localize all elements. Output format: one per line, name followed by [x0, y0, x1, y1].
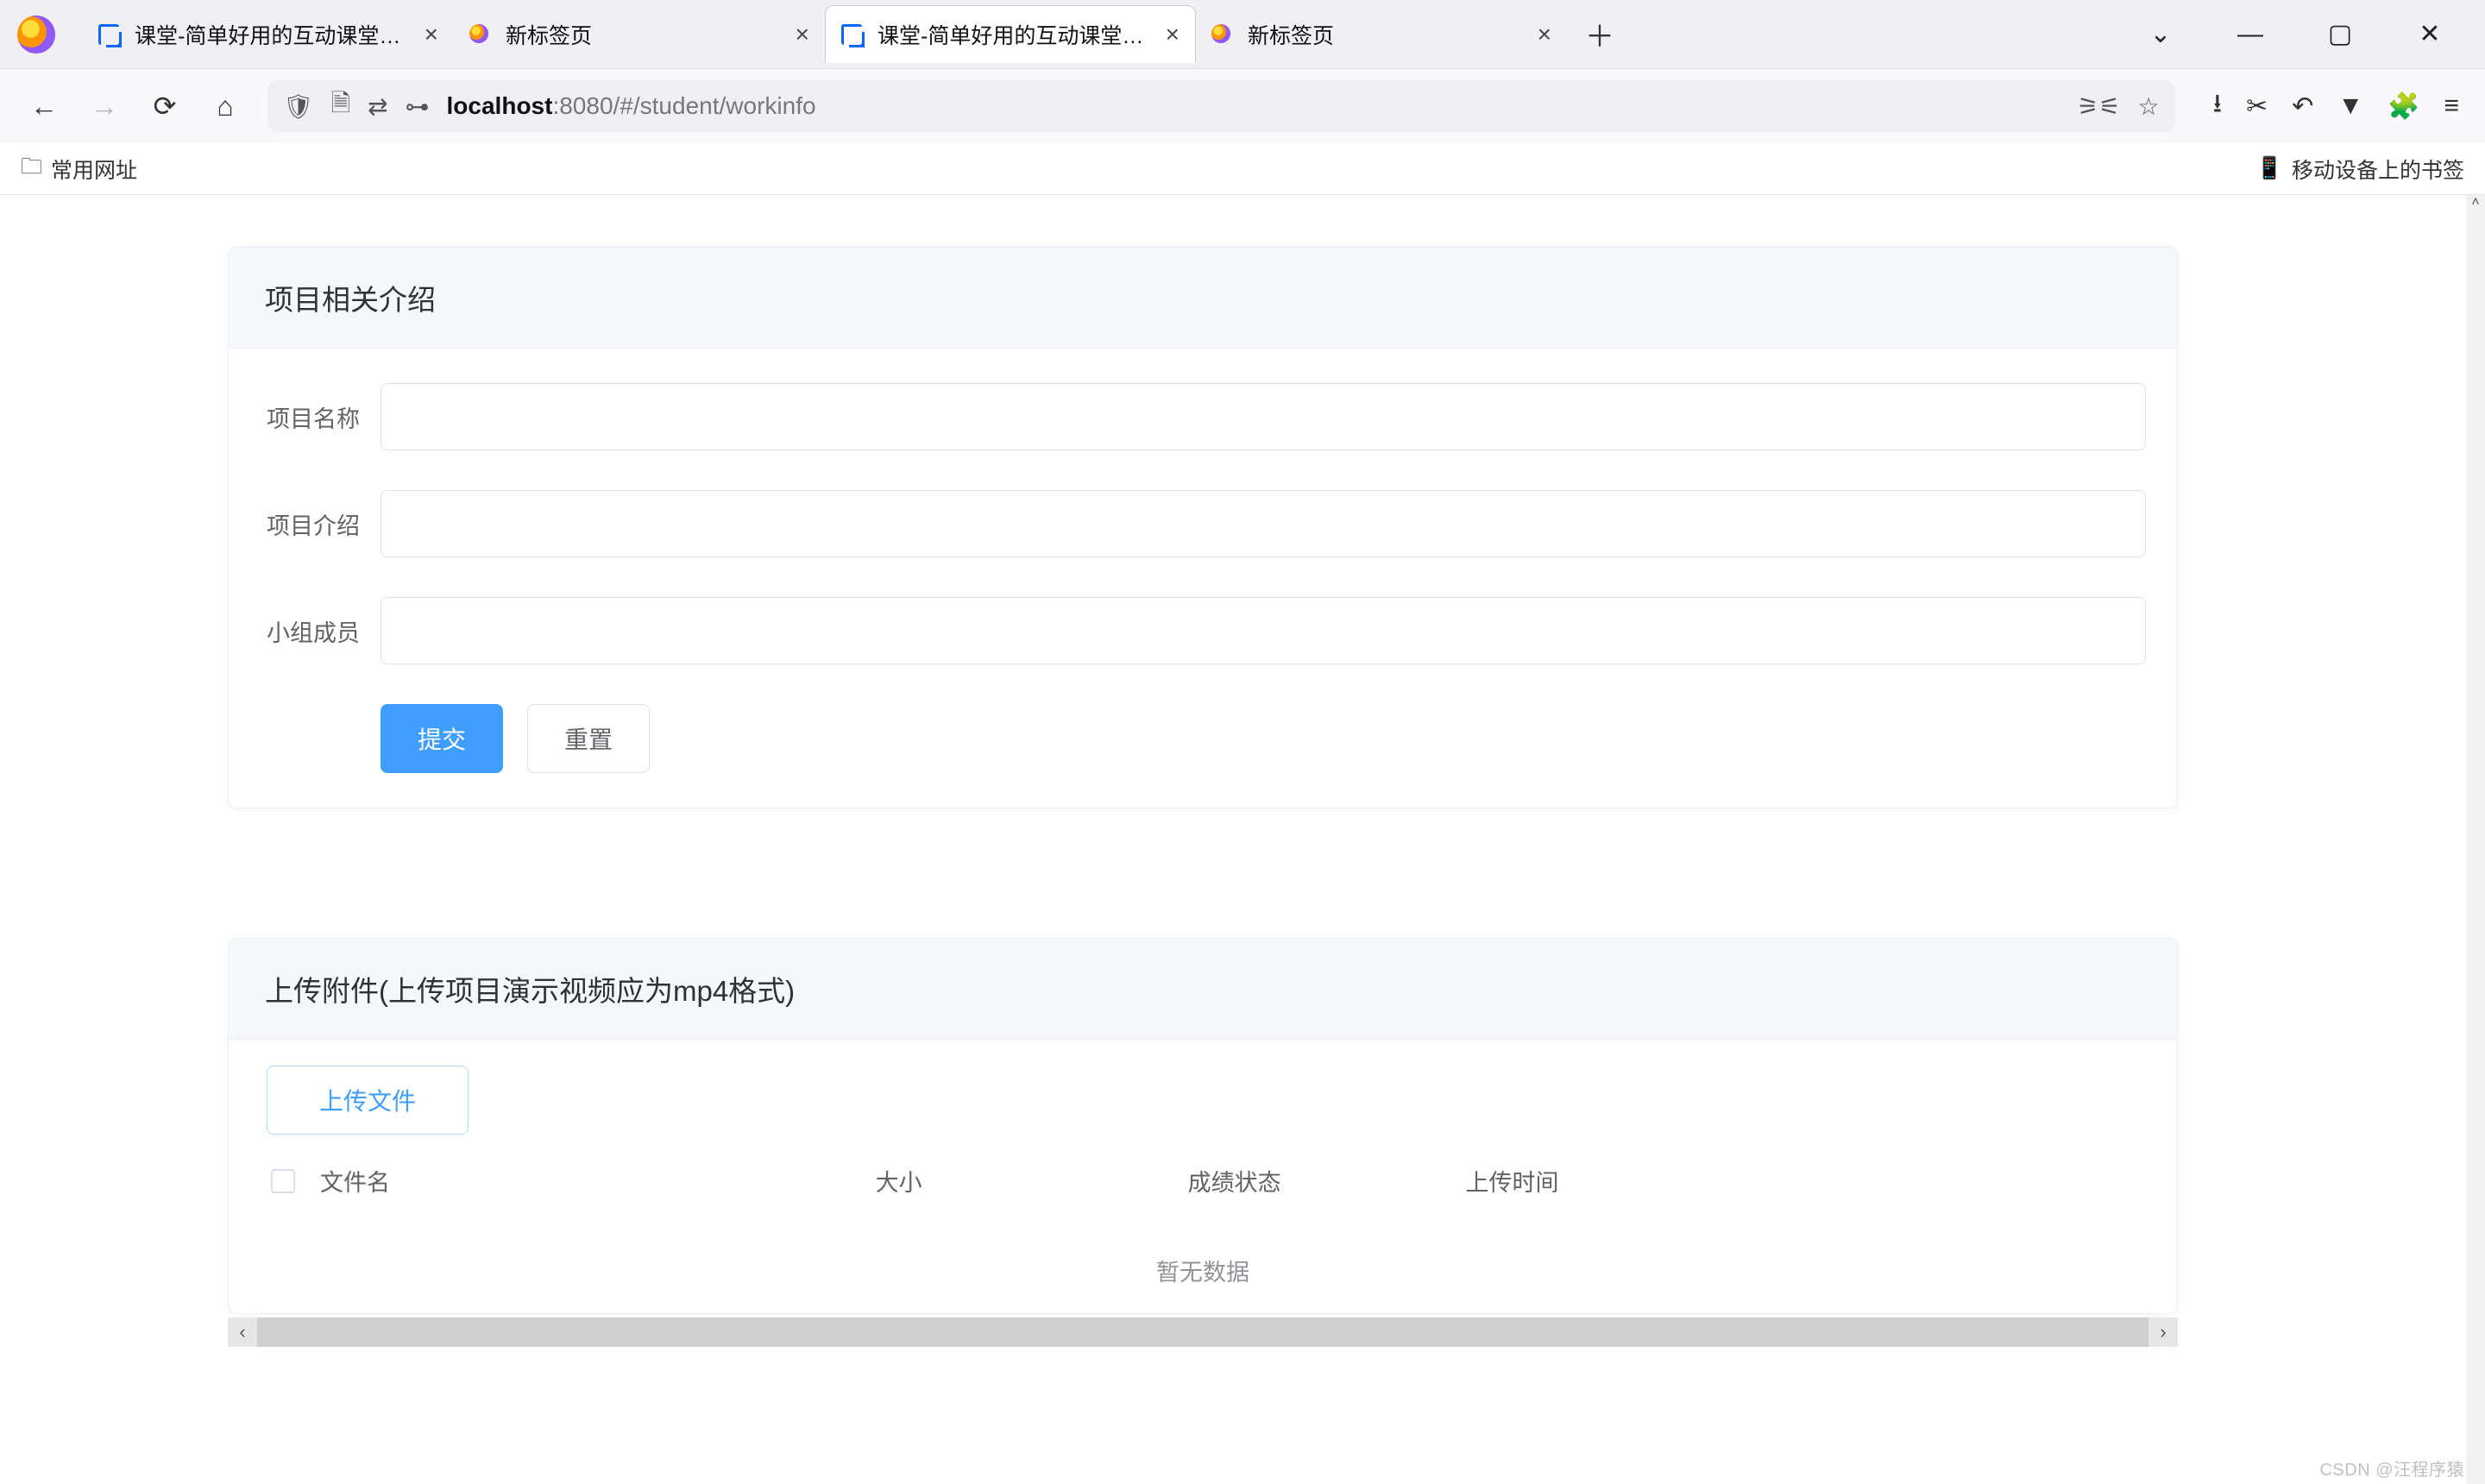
firefox-logo-icon: [17, 16, 55, 53]
qr-icon[interactable]: ⚞⚟: [2077, 92, 2120, 121]
extensions-icon[interactable]: 🧩: [2387, 91, 2419, 122]
folder-icon: 🗀: [21, 150, 42, 187]
scroll-track[interactable]: [257, 1317, 2148, 1347]
scroll-left-icon[interactable]: ‹: [228, 1317, 257, 1347]
bookmark-label: 常用网址: [51, 154, 137, 185]
firefox-favicon-icon: [1211, 24, 1232, 45]
scroll-up-icon[interactable]: ˄: [2466, 195, 2485, 214]
window-close-button[interactable]: ✕: [2414, 19, 2445, 49]
attachments-table-header: 文件名 大小 成绩状态 上传时间: [229, 1150, 2177, 1212]
bookmark-folder-mobile[interactable]: 📱 移动设备上的书签: [2256, 154, 2464, 185]
url-bar[interactable]: 🛡 🗎 ⇄ ⊶ localhost:8080/#/student/workinf…: [267, 80, 2175, 132]
upload-file-button[interactable]: 上传文件: [267, 1066, 469, 1135]
team-members-label: 小组成员: [260, 614, 381, 648]
close-icon[interactable]: ×: [1166, 21, 1180, 48]
submit-button[interactable]: 提交: [381, 704, 503, 773]
tab-title: 新标签页: [506, 19, 780, 50]
tab-1[interactable]: 新标签页 ×: [454, 5, 825, 63]
firefox-favicon-icon: [469, 24, 490, 45]
window-minimize-button[interactable]: ―: [2235, 20, 2266, 49]
app-favicon-icon: [98, 24, 119, 45]
app-favicon-icon: [841, 24, 862, 45]
undo-icon[interactable]: ↶: [2292, 91, 2313, 122]
forward-button[interactable]: →: [86, 88, 123, 124]
scroll-right-icon[interactable]: ›: [2148, 1317, 2178, 1347]
reset-button[interactable]: 重置: [527, 704, 650, 773]
browser-tabbar: 课堂-简单好用的互动课堂管理 × 新标签页 × 课堂-简单好用的互动课堂管理 ×…: [0, 0, 2485, 69]
bookmark-label: 移动设备上的书签: [2292, 154, 2464, 185]
close-icon[interactable]: ×: [425, 21, 438, 48]
tabs-dropdown-icon[interactable]: ⌄: [2145, 19, 2176, 49]
close-icon[interactable]: ×: [1538, 21, 1551, 48]
horizontal-scrollbar[interactable]: ‹ ›: [228, 1317, 2178, 1347]
vue-devtools-icon[interactable]: ▼: [2337, 91, 2363, 121]
tab-title: 新标签页: [1248, 19, 1522, 50]
col-size: 大小: [876, 1164, 1188, 1198]
home-button[interactable]: ⌂: [207, 88, 243, 124]
page-info-icon[interactable]: 🗎: [331, 85, 351, 127]
team-members-input[interactable]: [381, 597, 2146, 664]
back-button[interactable]: ←: [26, 88, 62, 124]
tab-2[interactable]: 课堂-简单好用的互动课堂管理 ×: [825, 5, 1196, 63]
col-status: 成绩状态: [1188, 1164, 1466, 1198]
close-icon[interactable]: ×: [796, 21, 809, 48]
card-title: 上传附件(上传项目演示视频应为mp4格式): [229, 939, 2177, 1040]
project-name-label: 项目名称: [260, 400, 381, 434]
key-icon[interactable]: ⊶: [406, 92, 430, 121]
window-maximize-button[interactable]: ▢: [2325, 19, 2356, 49]
url-rest: :8080/#/student/workinfo: [552, 92, 815, 119]
bookmarks-bar: 🗀 常用网址 📱 移动设备上的书签: [0, 143, 2485, 195]
card-title: 项目相关介绍: [229, 248, 2177, 349]
reload-button[interactable]: ⟳: [147, 88, 183, 124]
permissions-icon[interactable]: ⇄: [368, 92, 387, 121]
shield-icon[interactable]: 🛡: [283, 92, 314, 121]
bookmark-star-icon[interactable]: ☆: [2138, 92, 2160, 121]
app-menu-icon[interactable]: ≡: [2444, 91, 2459, 121]
url-text: localhost:8080/#/student/workinfo: [447, 92, 2060, 120]
browser-navbar: ← → ⟳ ⌂ 🛡 🗎 ⇄ ⊶ localhost:8080/#/student…: [0, 69, 2485, 143]
col-filename: 文件名: [320, 1164, 876, 1198]
project-name-input[interactable]: [381, 383, 2146, 450]
watermark-text: CSDN @汪程序猿: [2319, 1456, 2464, 1481]
project-form-card: 项目相关介绍 项目名称 项目介绍 小组成员 提交 重置: [228, 247, 2178, 808]
toolbar-extensions: ⭳ ✂ ↶ ▼ 🧩 ≡: [2213, 85, 2459, 129]
url-host: localhost: [447, 92, 553, 119]
project-intro-input[interactable]: [381, 490, 2146, 557]
select-all-checkbox[interactable]: [271, 1169, 295, 1193]
tab-0[interactable]: 课堂-简单好用的互动课堂管理 ×: [83, 5, 454, 63]
project-intro-label: 项目介绍: [260, 507, 381, 541]
col-time: 上传时间: [1465, 1164, 2160, 1198]
bookmark-folder-common[interactable]: 🗀 常用网址: [21, 150, 137, 187]
tab-3[interactable]: 新标签页 ×: [1196, 5, 1567, 63]
downloads-icon[interactable]: ⭳: [2213, 85, 2223, 129]
upload-card: 上传附件(上传项目演示视频应为mp4格式) 上传文件 文件名 大小 成绩状态 上…: [228, 938, 2178, 1314]
tab-title: 课堂-简单好用的互动课堂管理: [878, 19, 1150, 50]
new-tab-button[interactable]: ＋: [1582, 17, 1617, 52]
mobile-icon: 📱: [2256, 156, 2283, 181]
tab-title: 课堂-简单好用的互动课堂管理: [135, 19, 409, 50]
vertical-scrollbar[interactable]: ˄: [2466, 195, 2485, 1484]
screenshot-icon[interactable]: ✂: [2246, 91, 2268, 122]
table-empty-text: 暂无数据: [229, 1212, 2177, 1313]
